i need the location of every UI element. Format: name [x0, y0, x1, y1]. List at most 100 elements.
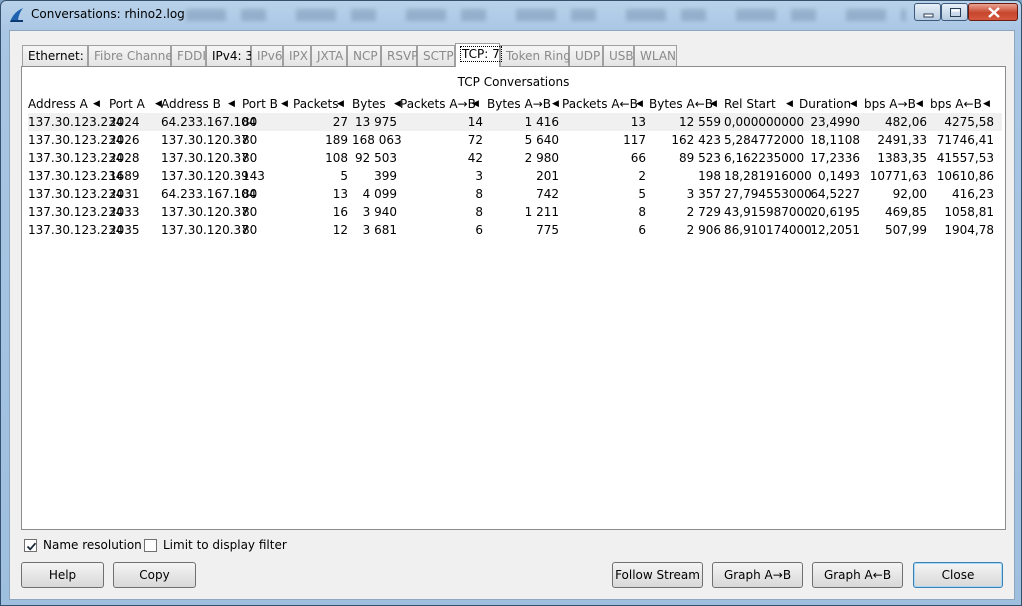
cell-bytes-ab-to-ab: 2 906: [686, 223, 721, 237]
cell-packets-aa-to-bb: 8: [475, 205, 483, 219]
help-button-label: Help: [48, 568, 77, 582]
tab-sctp[interactable]: SCTP: [417, 45, 455, 66]
panel-title: TCP Conversations: [457, 75, 570, 89]
dialog-client-area: Ethernet: 3 Fibre Channel FDDI IPv4: 3 I…: [9, 30, 1015, 600]
tab-token-ring[interactable]: Token Ring: [500, 45, 571, 66]
tab-usb[interactable]: USB: [603, 45, 634, 66]
cell-duration: 17,2336: [810, 151, 860, 165]
window-close-button[interactable]: [968, 3, 1018, 21]
follow-stream-label: Follow Stream: [615, 568, 700, 582]
column-header-bps-ab-to-ab[interactable]: bps A←B ◀: [930, 95, 990, 113]
cell-rel-start: 5,284772000: [724, 133, 805, 147]
tab-rsvp[interactable]: RSVP: [381, 45, 418, 66]
cell-address-a: 137.30.123.234: [28, 223, 124, 237]
column-header-packets-aa-to-bb[interactable]: Packets A→B ◀: [400, 95, 479, 113]
cell-address-b: 137.30.120.37: [161, 205, 249, 219]
tab-udp[interactable]: UDP: [569, 45, 603, 66]
graph-a-to-b-button[interactable]: Graph A→B: [712, 562, 803, 588]
cell-port-b: 80: [242, 133, 258, 147]
table-row[interactable]: 137.30.123.234 2026 137.30.120.37 80 189 168 …: [28, 131, 1002, 149]
cell-address-a: 137.30.123.234: [28, 187, 124, 201]
cell-rel-start: 0,000000000: [724, 115, 805, 129]
cell-rel-start: 86,910174000: [724, 223, 812, 237]
cell-bytes-aa-to-bb: 5 640: [524, 133, 559, 147]
background-window-blur: [186, 9, 906, 21]
column-header-packets-ab-to-ab[interactable]: Packets A←B ◀: [562, 95, 643, 113]
table-row[interactable]: 137.30.123.234 2033 137.30.120.37 80 16 3 940…: [28, 203, 1002, 221]
maximize-icon: [950, 8, 961, 17]
cell-bytes-aa-to-bb: 201: [536, 169, 559, 183]
sort-arrow-icon: ◀: [337, 99, 344, 109]
table-row[interactable]: 137.30.123.234 1689 137.30.120.39 143 5 399 3 2…: [28, 167, 1002, 185]
column-header-address-a[interactable]: Address A ◀: [28, 95, 100, 113]
column-header-duration[interactable]: Duration ◀: [799, 95, 857, 113]
cell-packets-ab-to-ab: 8: [638, 205, 646, 219]
tab-fibre-channel[interactable]: Fibre Channel: [88, 45, 176, 66]
follow-stream-button[interactable]: Follow Stream: [612, 562, 703, 588]
column-header-bps-aa-to-bb[interactable]: bps A→B ◀: [864, 95, 923, 113]
column-header-label: Packets A→B: [400, 97, 476, 111]
tab-jxta[interactable]: JXTA: [311, 45, 347, 66]
cell-bps-ab-to-ab: 416,23: [952, 187, 994, 201]
tab-ncp[interactable]: NCP: [347, 45, 381, 66]
graph-b-to-a-button[interactable]: Graph A←B: [812, 562, 903, 588]
copy-button-label: Copy: [139, 568, 170, 582]
column-header-bytes-ab-to-ab[interactable]: Bytes A←B ◀: [649, 95, 717, 113]
cell-port-b: 143: [242, 169, 265, 183]
table-row[interactable]: 137.30.123.234 2035 137.30.120.37 80 12 3 681…: [28, 221, 1002, 239]
sort-arrow-icon: ◀: [472, 99, 479, 109]
column-header-bytes[interactable]: Bytes ◀: [352, 95, 401, 113]
cell-duration: 20,6195: [810, 205, 860, 219]
column-header-label: Bytes A→B: [487, 97, 551, 111]
cell-duration: 12,2051: [810, 223, 860, 237]
column-header-rel-start[interactable]: Rel Start ◀: [724, 95, 793, 113]
tab-ipv6[interactable]: IPv6: [251, 45, 283, 66]
cell-rel-start: 43,915987000: [724, 205, 812, 219]
tab-fddi[interactable]: FDDI: [171, 45, 206, 66]
tab-ethernet[interactable]: Ethernet: 3: [22, 45, 95, 66]
cell-address-b: 137.30.120.37: [161, 151, 249, 165]
checkmark-icon: [26, 542, 37, 551]
graph-a-to-b-label: Graph A→B: [723, 568, 792, 582]
cell-bytes-aa-to-bb: 2 980: [524, 151, 559, 165]
cell-address-b: 137.30.120.39: [161, 169, 249, 183]
sort-arrow-icon: ◀: [93, 99, 100, 109]
cell-bps-aa-to-bb: 2491,33: [877, 133, 927, 147]
table-row[interactable]: 137.30.123.234 2028 137.30.120.37 80 108 92 5…: [28, 149, 1002, 167]
help-button[interactable]: Help: [21, 562, 104, 588]
cell-bps-ab-to-ab: 1904,78: [944, 223, 994, 237]
checkbox-box: [144, 539, 157, 552]
column-header-port-a[interactable]: Port A ◀: [109, 95, 162, 113]
cell-packets-ab-to-ab: 5: [638, 187, 646, 201]
tab-ipx[interactable]: IPX: [283, 45, 311, 66]
maximize-button[interactable]: [941, 3, 968, 21]
copy-button[interactable]: Copy: [113, 562, 196, 588]
cell-address-a: 137.30.123.234: [28, 169, 124, 183]
column-header-port-b[interactable]: Port B ◀: [242, 95, 288, 113]
minimize-button[interactable]: [914, 3, 941, 21]
close-button-label: Close: [941, 568, 975, 582]
close-button[interactable]: Close: [913, 562, 1003, 588]
table-row[interactable]: 137.30.123.234 2031 64.233.167.104 80 13 4 09…: [28, 185, 1002, 203]
cell-bytes-ab-to-ab: 89 523: [679, 151, 721, 165]
cell-rel-start: 6,162235000: [724, 151, 805, 165]
column-header-bytes-aa-to-bb[interactable]: Bytes A→B ◀: [487, 95, 559, 113]
column-header-packets[interactable]: Packets ◀: [293, 95, 344, 113]
cell-port-b: 80: [242, 187, 258, 201]
column-header-label: Port B: [242, 97, 278, 111]
cell-packets: 13: [332, 187, 348, 201]
sort-arrow-icon: ◀: [710, 99, 717, 109]
cell-packets-aa-to-bb: 6: [475, 223, 483, 237]
limit-display-filter-label: Limit to display filter: [163, 538, 287, 552]
cell-bytes: 4 099: [362, 187, 397, 201]
cell-address-b: 64.233.167.104: [161, 115, 257, 129]
table-row[interactable]: 137.30.123.234 2024 64.233.167.104 80 27 13 9…: [28, 113, 1002, 131]
tab-wlan[interactable]: WLAN: [634, 45, 677, 66]
cell-duration: 23,4990: [810, 115, 860, 129]
tab-ipv4[interactable]: IPv4: 3: [206, 45, 253, 66]
column-header-address-b[interactable]: Address B ◀: [161, 95, 235, 113]
cell-packets: 108: [325, 151, 348, 165]
cell-bps-aa-to-bb: 469,85: [885, 205, 927, 219]
tab-tcp[interactable]: TCP: 7: [455, 43, 502, 67]
title-bar[interactable]: Conversations: rhino2.log: [1, 1, 1021, 29]
